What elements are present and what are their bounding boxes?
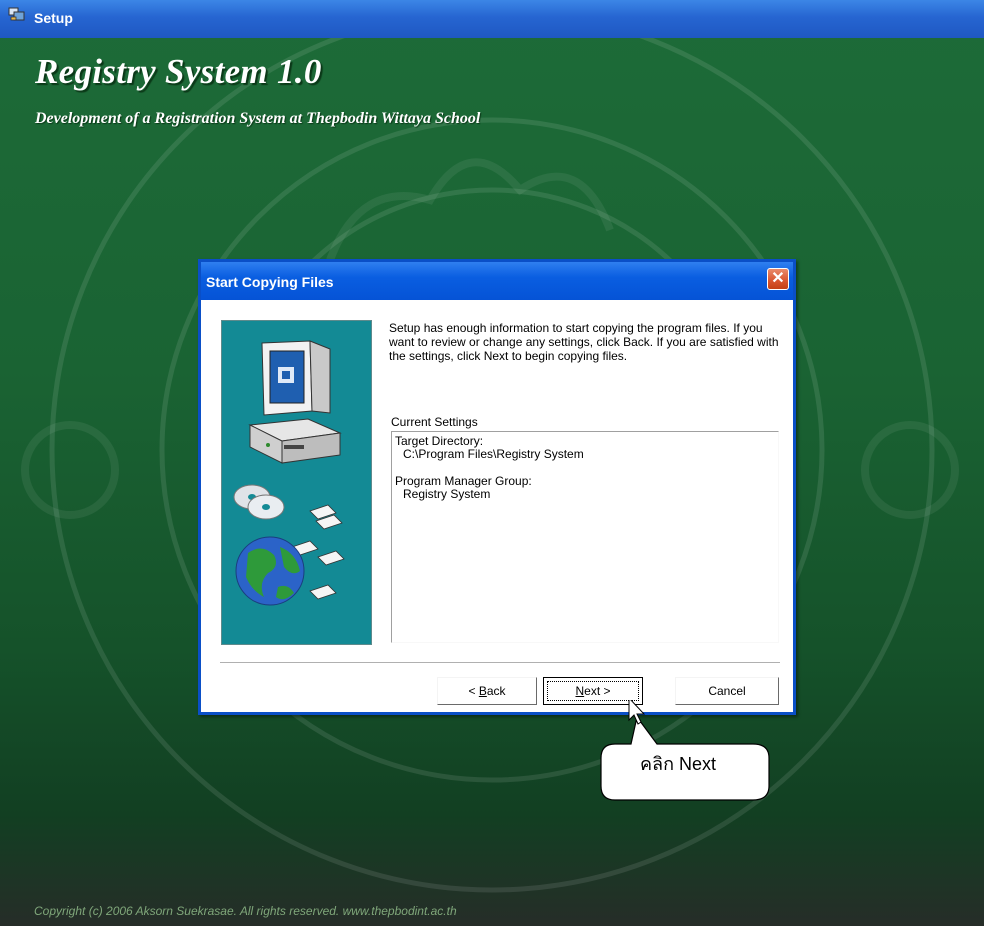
start-copying-files-dialog: Start Copying Files ✕ Setup has enough i…: [198, 259, 796, 715]
dialog-title-bar[interactable]: Start Copying Files ✕: [201, 262, 793, 300]
installer-screen: Setup Registry System 1.0 Development of…: [0, 0, 984, 926]
mouse-pointer-icon: [628, 700, 646, 725]
close-button[interactable]: ✕: [767, 268, 789, 290]
copyright-footer: Copyright (c) 2006 Aksorn Suekrasae. All…: [34, 904, 457, 918]
current-settings-label: Current Settings: [391, 415, 478, 429]
close-icon: ✕: [771, 270, 785, 287]
window-title-bar[interactable]: Setup: [0, 0, 984, 38]
next-button-label: ext >: [584, 684, 611, 698]
back-button-accel: B: [478, 684, 487, 698]
intro-text: Setup has enough information to start co…: [389, 321, 779, 363]
callout-instruction: คลิก Next: [640, 754, 716, 774]
product-subtitle: Development of a Registration System at …: [35, 110, 481, 127]
target-directory-value: C:\Program Files\Registry System: [403, 447, 584, 461]
window-title: Setup: [34, 10, 73, 26]
dialog-title: Start Copying Files: [206, 274, 334, 290]
back-button[interactable]: < Back: [437, 677, 537, 705]
next-button-accel: N: [575, 684, 585, 698]
program-group-value: Registry System: [403, 487, 491, 501]
current-settings-box[interactable]: Target Directory: C:\Program Files\Regis…: [391, 431, 779, 643]
setup-illustration-panel: [221, 320, 372, 645]
back-button-label: ack: [486, 684, 506, 698]
dialog-body: Setup has enough information to start co…: [201, 300, 793, 712]
computer-disks-globe-illustration: [233, 340, 345, 606]
product-title: Registry System 1.0: [35, 52, 322, 91]
button-divider: [220, 662, 780, 664]
cancel-button-label: Cancel: [708, 684, 746, 698]
setup-installer-icon: [8, 7, 25, 21]
back-button-prefix: <: [468, 684, 479, 698]
